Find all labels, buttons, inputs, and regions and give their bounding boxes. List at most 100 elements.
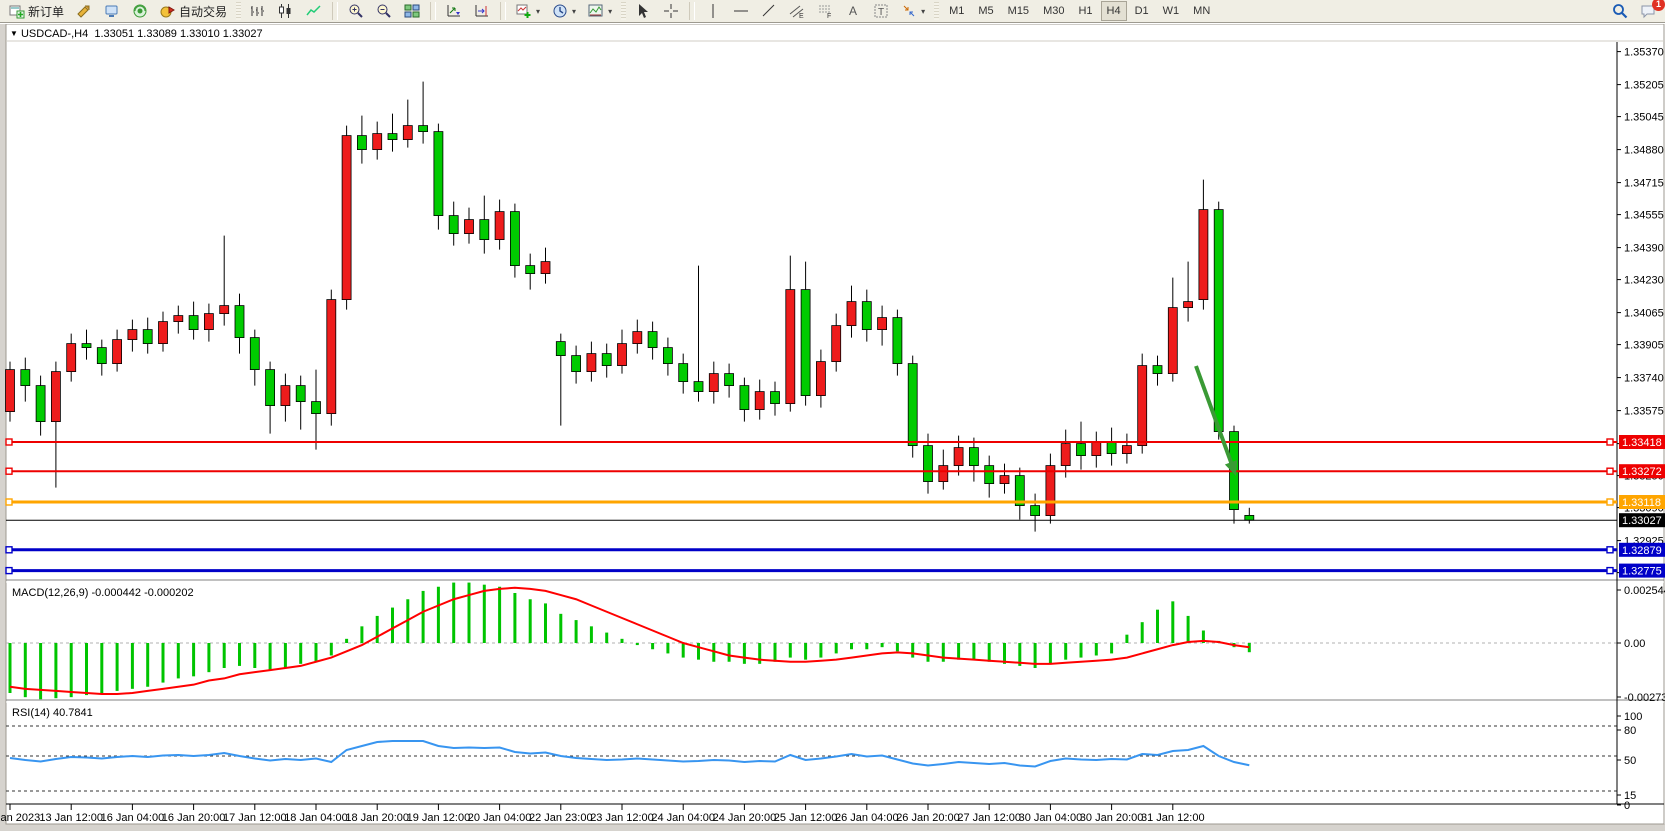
price-tick-label: 1.35370	[1624, 47, 1664, 59]
candle-body	[541, 262, 550, 274]
line-handle[interactable]	[6, 468, 12, 474]
signals-button[interactable]	[127, 1, 153, 21]
candle-body	[266, 370, 275, 406]
candle-body	[602, 354, 611, 366]
candle-body	[204, 314, 213, 330]
timeframe-w1[interactable]: W1	[1157, 1, 1186, 21]
tools-button[interactable]	[71, 1, 97, 21]
window-left-edge	[0, 24, 6, 831]
cursor-button[interactable]	[630, 1, 656, 21]
time-tick-label: 22 Jan 23:00	[529, 812, 593, 824]
indicators-dropdown-caret[interactable]: ▾	[536, 7, 540, 16]
indicators-button[interactable]: ▾	[511, 1, 545, 21]
zoom-in-button[interactable]	[343, 1, 369, 21]
timeframe-d1[interactable]: D1	[1129, 1, 1155, 21]
candle-body	[618, 344, 627, 366]
line-handle[interactable]	[6, 547, 12, 553]
trendline-icon	[761, 3, 777, 19]
candle-body	[862, 302, 871, 330]
tile-windows-button[interactable]	[399, 1, 425, 21]
candle-body	[1077, 444, 1086, 456]
line-handle[interactable]	[6, 439, 12, 445]
timeframe-m15[interactable]: M15	[1002, 1, 1035, 21]
bar-chart-button[interactable]	[245, 1, 271, 21]
candlestick-chart-icon	[278, 3, 294, 19]
line-handle[interactable]	[1607, 547, 1613, 553]
candle-body	[526, 266, 535, 274]
trendline-button[interactable]	[756, 1, 782, 21]
line-handle[interactable]	[6, 499, 12, 505]
candle-body	[189, 316, 198, 330]
candle-body	[832, 326, 841, 362]
chart-shift-button[interactable]	[469, 1, 495, 21]
search-icon	[1612, 3, 1628, 19]
price-tick-label: 1.35205	[1624, 80, 1664, 92]
line-handle[interactable]	[1607, 499, 1613, 505]
line-chart-button[interactable]	[301, 1, 327, 21]
line-handle[interactable]	[1607, 439, 1613, 445]
templates-dropdown-caret[interactable]: ▾	[608, 7, 612, 16]
templates-button[interactable]: ▾	[583, 1, 617, 21]
timeframe-h1[interactable]: H1	[1072, 1, 1098, 21]
periods-button[interactable]: ▾	[547, 1, 581, 21]
auto-scroll-button[interactable]	[441, 1, 467, 21]
vertical-line-button[interactable]	[700, 1, 726, 21]
candle-body	[82, 344, 91, 348]
candle-body	[924, 446, 933, 482]
candle-body	[969, 448, 978, 466]
text-button[interactable]: A	[840, 1, 866, 21]
candlestick-chart-button[interactable]	[273, 1, 299, 21]
line-chart-icon	[306, 3, 322, 19]
time-tick-label: 19 Jan 12:00	[407, 812, 471, 824]
text-icon: A	[845, 3, 861, 19]
price-tick-label: 1.34715	[1624, 178, 1664, 190]
horizontal-line-button[interactable]	[728, 1, 754, 21]
search-button[interactable]	[1607, 1, 1633, 21]
terminal-button[interactable]	[99, 1, 125, 21]
line-handle[interactable]	[1607, 468, 1613, 474]
candle-body	[1061, 444, 1070, 466]
rsi-scale-label: 100	[1624, 711, 1642, 723]
candle-body	[281, 386, 290, 406]
crosshair-button[interactable]	[658, 1, 684, 21]
candle-body	[143, 330, 152, 344]
crosshair-icon	[663, 3, 679, 19]
candle-body	[633, 332, 642, 344]
periods-dropdown-caret[interactable]: ▾	[572, 7, 576, 16]
price-tick-label: 1.35045	[1624, 112, 1664, 124]
candle-body	[6, 370, 15, 412]
arrows-dropdown-caret[interactable]: ▾	[921, 7, 925, 16]
candle-body	[495, 212, 504, 240]
chart-canvas[interactable]: 1.353701.352051.350451.348801.347151.345…	[0, 24, 1665, 831]
fibonacci-button[interactable]: F	[812, 1, 838, 21]
price-tick-label: 1.34880	[1624, 145, 1664, 157]
price-tick-label: 1.33905	[1624, 340, 1664, 352]
timeframe-m30[interactable]: M30	[1037, 1, 1070, 21]
text-label-button[interactable]: T	[868, 1, 894, 21]
time-tick-label: 13 Jan 12:00	[39, 812, 103, 824]
timeframe-h4[interactable]: H4	[1101, 1, 1127, 21]
timeframe-mn[interactable]: MN	[1187, 1, 1216, 21]
timeframe-m1[interactable]: M1	[943, 1, 970, 21]
candle-body	[801, 290, 810, 396]
candle-body	[373, 134, 382, 150]
candle-body	[312, 402, 321, 414]
line-handle[interactable]	[6, 568, 12, 574]
equidistant-channel-button[interactable]: E	[784, 1, 810, 21]
arrows-button[interactable]: ▾	[896, 1, 930, 21]
zoom-out-icon	[376, 3, 392, 19]
candle-body	[357, 136, 366, 150]
autotrade-button[interactable]: 自动交易	[155, 1, 232, 21]
zoom-out-button[interactable]	[371, 1, 397, 21]
candle-body	[36, 386, 45, 422]
candle-body	[1153, 366, 1162, 374]
price-line-badge-label: 1.32879	[1622, 545, 1662, 557]
new-order-button[interactable]: 新订单	[4, 1, 69, 21]
chat-button[interactable]: 1	[1635, 1, 1661, 21]
line-handle[interactable]	[1607, 568, 1613, 574]
timeframe-m5[interactable]: M5	[972, 1, 999, 21]
svg-text:F: F	[827, 13, 831, 19]
time-tick-label: 16 Jan 04:00	[101, 812, 165, 824]
candle-body	[771, 392, 780, 404]
candle-body	[878, 318, 887, 330]
